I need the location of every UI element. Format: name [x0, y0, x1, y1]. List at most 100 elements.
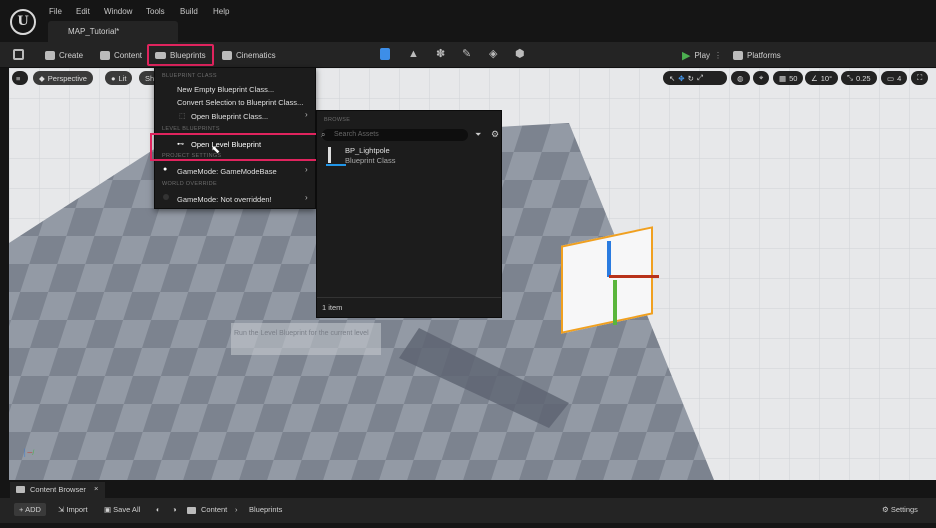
chevron-right-icon: › — [305, 165, 308, 174]
menu-item-open-blueprint-class[interactable]: Open Blueprint Class... — [155, 112, 268, 121]
breadcrumb-content[interactable]: Content — [201, 505, 227, 514]
settings-label: Settings — [890, 505, 918, 514]
lit-label: Lit — [118, 73, 127, 83]
search-assets-input[interactable]: Search Assets — [322, 129, 468, 141]
scale-snap-icon: ⤡ — [847, 73, 853, 82]
snap-icon: ⌖ — [759, 73, 764, 82]
blueprints-label: Blueprints — [170, 50, 206, 60]
angle-icon: ∠ — [811, 73, 818, 83]
save-icon[interactable] — [13, 49, 24, 60]
lightpole-icon — [328, 147, 331, 163]
save-all-button[interactable]: ▣ Save All — [104, 505, 140, 514]
divider — [317, 297, 501, 298]
asset-type: Blueprint Class — [345, 156, 396, 165]
show-label: Sh — [145, 73, 155, 83]
rotate-icon: ↻ — [687, 73, 694, 83]
axis-y-icon: / — [32, 450, 35, 457]
gear-icon[interactable]: ⚙ — [491, 129, 499, 140]
chevron-right-icon: › — [305, 110, 308, 119]
angle-value: 10° — [820, 73, 833, 83]
camera-icon: ▭ — [887, 73, 895, 83]
content-label: Content — [114, 50, 143, 60]
platforms-label: Platforms — [747, 50, 781, 60]
add-button[interactable]: + ADD — [14, 503, 46, 516]
rotation-snap-button[interactable]: ∠ 10° — [805, 71, 839, 85]
world-space-button[interactable]: ◍ — [731, 71, 750, 85]
scale-snap-button[interactable]: ⤡ 0.25 — [841, 71, 877, 85]
play-button[interactable]: ▶ Play ⋮ — [682, 48, 722, 62]
chevron-right-icon: › — [305, 193, 308, 202]
gear-icon: ⚙ — [882, 505, 891, 514]
search-icon: ⌕ — [321, 130, 326, 139]
main-toolbar: Create Content Blueprints Cinematics ▲ ✽… — [0, 42, 936, 68]
gizmo-x-axis[interactable] — [609, 275, 659, 278]
menu-edit[interactable]: Edit — [76, 7, 90, 16]
foliage-icon[interactable]: ✽ — [436, 47, 445, 60]
cinematics-label: Cinematics — [236, 50, 276, 60]
menu-file[interactable]: File — [49, 7, 62, 16]
create-button[interactable]: Create — [45, 48, 83, 62]
breadcrumb-blueprints[interactable]: Blueprints — [249, 505, 282, 514]
hamburger-icon: ≡ — [16, 73, 21, 83]
modeling-icon[interactable]: ⬢ — [515, 47, 525, 60]
cinematics-button[interactable]: Cinematics — [222, 48, 276, 62]
menu-build[interactable]: Build — [180, 7, 198, 16]
gizmo-y-axis[interactable] — [613, 280, 617, 325]
scale-icon: ⤢ — [696, 73, 703, 82]
clapper-icon — [222, 50, 232, 60]
menu-item-convert-selection[interactable]: Convert Selection to Blueprint Class... — [155, 98, 303, 107]
blueprint-icon — [155, 51, 166, 59]
content-button[interactable]: Content — [100, 48, 142, 62]
fracture-icon[interactable]: ◈ — [489, 47, 497, 60]
settings-button[interactable]: ⚙ Settings — [882, 505, 918, 514]
scale-value: 0.25 — [856, 73, 871, 83]
unreal-logo-icon[interactable]: U — [10, 9, 36, 35]
camera-value: 4 — [897, 73, 902, 83]
menu-help[interactable]: Help — [213, 7, 229, 16]
gizmo-z-axis[interactable] — [607, 241, 611, 277]
tab-map[interactable]: MAP_Tutorial* — [48, 21, 178, 42]
menu-item-gamemode[interactable]: GameMode: GameModeBase — [155, 167, 277, 176]
menu-item-new-empty-blueprint[interactable]: New Empty Blueprint Class... — [155, 85, 274, 94]
menu-window[interactable]: Window — [104, 7, 132, 16]
axis-indicator: │─/ — [23, 450, 34, 457]
content-browser-label: Content Browser — [30, 485, 86, 494]
content-icon — [100, 50, 110, 60]
grid-icon: ▦ — [779, 73, 787, 83]
perspective-button[interactable]: ◆ Perspective — [33, 71, 93, 85]
lit-button[interactable]: ● Lit — [105, 71, 133, 85]
close-icon[interactable]: × — [94, 484, 98, 493]
grid-snap-button[interactable]: ▦ 50 — [773, 71, 804, 85]
landscape-icon[interactable]: ▲ — [408, 48, 419, 60]
transform-tools[interactable]: ↖ ✥ ↻ ⤢ — [663, 71, 727, 85]
section-browse: BROWSE — [324, 117, 351, 123]
history-back-icon[interactable]: ◐ — [156, 505, 161, 514]
history-forward-icon[interactable]: ◑ — [172, 505, 177, 514]
viewport-menu-button[interactable]: ≡ — [12, 71, 28, 85]
asset-thumbnail[interactable] — [323, 145, 346, 166]
maximize-icon: ⛶ — [917, 73, 923, 82]
maximize-button[interactable]: ⛶ — [911, 71, 929, 85]
viewport-tooltip: Run the Level Blueprint for the current … — [234, 330, 369, 337]
import-label: Import — [66, 505, 88, 514]
surface-snap-button[interactable]: ⌖ — [753, 71, 770, 85]
blueprints-button[interactable]: Blueprints — [147, 44, 214, 66]
select-mode-icon[interactable] — [380, 48, 390, 60]
camera-speed-button[interactable]: ▭ 4 — [881, 71, 908, 85]
annotation-highlight-box — [150, 133, 318, 161]
menu-tools[interactable]: Tools — [146, 7, 165, 16]
section-world-override: WORLD OVERRIDE — [162, 181, 217, 187]
asset-name[interactable]: BP_Lightpole — [345, 146, 390, 155]
item-count: 1 item — [322, 303, 343, 312]
folder-icon — [16, 486, 25, 493]
filter-icon[interactable]: ⏷ — [475, 130, 481, 140]
import-button[interactable]: ⇲ Import — [58, 505, 88, 514]
mesh-paint-icon[interactable]: ✎ — [462, 47, 471, 60]
select-icon: ↖ — [669, 73, 676, 83]
save-icon: ▣ — [104, 505, 114, 514]
create-label: Create — [59, 50, 84, 60]
platforms-button[interactable]: Platforms — [733, 48, 781, 62]
tab-content-browser[interactable]: Content Browser × — [10, 482, 105, 498]
menu-item-gamemode-override[interactable]: GameMode: Not overridden! — [155, 195, 272, 204]
more-options-icon[interactable]: ⋮ — [714, 51, 722, 60]
